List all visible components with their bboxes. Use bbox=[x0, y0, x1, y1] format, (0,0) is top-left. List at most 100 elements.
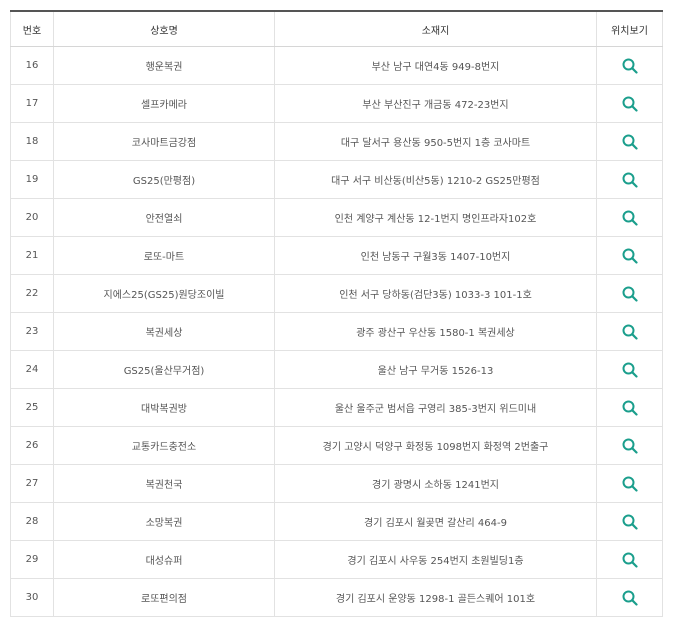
table-row: 17 셀프카메라 부산 부산진구 개금동 472-23번지 bbox=[10, 84, 663, 123]
row-location-cell bbox=[596, 274, 663, 313]
view-location-button[interactable] bbox=[618, 244, 642, 268]
row-location-cell bbox=[596, 502, 663, 541]
row-store-name: GS25(울산무거점) bbox=[53, 350, 275, 389]
table-row: 28 소망복권 경기 김포시 월곶면 갈산리 464-9 bbox=[10, 502, 663, 541]
row-location-cell bbox=[596, 578, 663, 617]
row-number: 24 bbox=[10, 350, 54, 389]
search-icon bbox=[622, 552, 638, 568]
view-location-button[interactable] bbox=[618, 168, 642, 192]
table-row: 16 행운복권 부산 남구 대연4동 949-8번지 bbox=[10, 46, 663, 85]
table-header: 번호 상호명 소재지 위치보기 bbox=[10, 11, 663, 47]
header-number: 번호 bbox=[10, 11, 54, 47]
table-row: 24 GS25(울산무거점) 울산 남구 무거동 1526-13 bbox=[10, 350, 663, 389]
row-store-name: 코사마트금강점 bbox=[53, 122, 275, 161]
search-icon bbox=[622, 476, 638, 492]
row-address: 인천 남동구 구월3동 1407-10번지 bbox=[274, 236, 597, 275]
view-location-button[interactable] bbox=[618, 548, 642, 572]
row-store-name: 셀프카메라 bbox=[53, 84, 275, 123]
row-store-name: 대박복권방 bbox=[53, 388, 275, 427]
row-address: 부산 부산진구 개금동 472-23번지 bbox=[274, 84, 597, 123]
row-number: 20 bbox=[10, 198, 54, 237]
row-number: 25 bbox=[10, 388, 54, 427]
table-row: 29 대성슈퍼 경기 김포시 사우동 254번지 초원빌딩1층 bbox=[10, 540, 663, 579]
search-icon bbox=[622, 134, 638, 150]
row-address: 울산 남구 무거동 1526-13 bbox=[274, 350, 597, 389]
row-address: 부산 남구 대연4동 949-8번지 bbox=[274, 46, 597, 85]
row-store-name: 안전열쇠 bbox=[53, 198, 275, 237]
view-location-button[interactable] bbox=[618, 434, 642, 458]
search-icon bbox=[622, 58, 638, 74]
lottery-store-table: 번호 상호명 소재지 위치보기 16 행운복권 부산 남구 대연4동 949-8번지… bbox=[10, 10, 663, 617]
row-store-name: 복권천국 bbox=[53, 464, 275, 503]
search-icon bbox=[622, 514, 638, 530]
row-address: 인천 계양구 계산동 12-1번지 명인프라자102호 bbox=[274, 198, 597, 237]
row-location-cell bbox=[596, 350, 663, 389]
row-number: 18 bbox=[10, 122, 54, 161]
view-location-button[interactable] bbox=[618, 510, 642, 534]
table-row: 21 로또-마트 인천 남동구 구월3동 1407-10번지 bbox=[10, 236, 663, 275]
table-row: 19 GS25(만평점) 대구 서구 비산동(비산5동) 1210-2 GS25만평… bbox=[10, 160, 663, 199]
row-store-name: 지에스25(GS25)원당조이빌 bbox=[53, 274, 275, 313]
row-number: 28 bbox=[10, 502, 54, 541]
row-number: 23 bbox=[10, 312, 54, 351]
row-address: 경기 광명시 소하동 1241번지 bbox=[274, 464, 597, 503]
row-address: 인천 서구 당하동(검단3동) 1033-3 101-1호 bbox=[274, 274, 597, 313]
row-store-name: 행운복권 bbox=[53, 46, 275, 85]
view-location-button[interactable] bbox=[618, 92, 642, 116]
table-body: 16 행운복권 부산 남구 대연4동 949-8번지 17 셀프카메라 부산 부산진구 개… bbox=[10, 46, 663, 617]
table-row: 27 복권천국 경기 광명시 소하동 1241번지 bbox=[10, 464, 663, 503]
row-location-cell bbox=[596, 84, 663, 123]
view-location-button[interactable] bbox=[618, 130, 642, 154]
row-store-name: GS25(만평점) bbox=[53, 160, 275, 199]
view-location-button[interactable] bbox=[618, 282, 642, 306]
row-address: 광주 광산구 우산동 1580-1 복권세상 bbox=[274, 312, 597, 351]
row-store-name: 로또편의점 bbox=[53, 578, 275, 617]
search-icon bbox=[622, 286, 638, 302]
row-number: 19 bbox=[10, 160, 54, 199]
table-row: 26 교통카드충전소 경기 고양시 덕양구 화정동 1098번지 화정역 2번출구 bbox=[10, 426, 663, 465]
row-address: 대구 서구 비산동(비산5동) 1210-2 GS25만평점 bbox=[274, 160, 597, 199]
view-location-button[interactable] bbox=[618, 54, 642, 78]
view-location-button[interactable] bbox=[618, 320, 642, 344]
header-address: 소재지 bbox=[274, 11, 597, 47]
row-address: 경기 김포시 운양동 1298-1 골든스퀘어 101호 bbox=[274, 578, 597, 617]
header-store-name: 상호명 bbox=[53, 11, 275, 47]
view-location-button[interactable] bbox=[618, 358, 642, 382]
view-location-button[interactable] bbox=[618, 396, 642, 420]
view-location-button[interactable] bbox=[618, 472, 642, 496]
row-number: 26 bbox=[10, 426, 54, 465]
row-store-name: 복권세상 bbox=[53, 312, 275, 351]
search-icon bbox=[622, 210, 638, 226]
row-address: 대구 달서구 용산동 950-5번지 1층 코사마트 bbox=[274, 122, 597, 161]
row-address: 경기 김포시 사우동 254번지 초원빌딩1층 bbox=[274, 540, 597, 579]
row-location-cell bbox=[596, 198, 663, 237]
search-icon bbox=[622, 96, 638, 112]
table-row: 20 안전열쇠 인천 계양구 계산동 12-1번지 명인프라자102호 bbox=[10, 198, 663, 237]
search-icon bbox=[622, 248, 638, 264]
row-number: 17 bbox=[10, 84, 54, 123]
row-store-name: 로또-마트 bbox=[53, 236, 275, 275]
search-icon bbox=[622, 400, 638, 416]
row-location-cell bbox=[596, 464, 663, 503]
row-store-name: 소망복권 bbox=[53, 502, 275, 541]
row-location-cell bbox=[596, 160, 663, 199]
row-location-cell bbox=[596, 46, 663, 85]
table-row: 22 지에스25(GS25)원당조이빌 인천 서구 당하동(검단3동) 1033-3… bbox=[10, 274, 663, 313]
search-icon bbox=[622, 438, 638, 454]
view-location-button[interactable] bbox=[618, 206, 642, 230]
row-address: 경기 고양시 덕양구 화정동 1098번지 화정역 2번출구 bbox=[274, 426, 597, 465]
row-location-cell bbox=[596, 388, 663, 427]
view-location-button[interactable] bbox=[618, 586, 642, 610]
row-store-name: 교통카드충전소 bbox=[53, 426, 275, 465]
row-location-cell bbox=[596, 540, 663, 579]
header-location: 위치보기 bbox=[596, 11, 663, 47]
table-row: 23 복권세상 광주 광산구 우산동 1580-1 복권세상 bbox=[10, 312, 663, 351]
search-icon bbox=[622, 590, 638, 606]
table-header-row: 번호 상호명 소재지 위치보기 bbox=[10, 11, 663, 47]
row-number: 22 bbox=[10, 274, 54, 313]
row-location-cell bbox=[596, 122, 663, 161]
search-icon bbox=[622, 172, 638, 188]
row-number: 30 bbox=[10, 578, 54, 617]
row-location-cell bbox=[596, 426, 663, 465]
table-row: 30 로또편의점 경기 김포시 운양동 1298-1 골든스퀘어 101호 bbox=[10, 578, 663, 617]
